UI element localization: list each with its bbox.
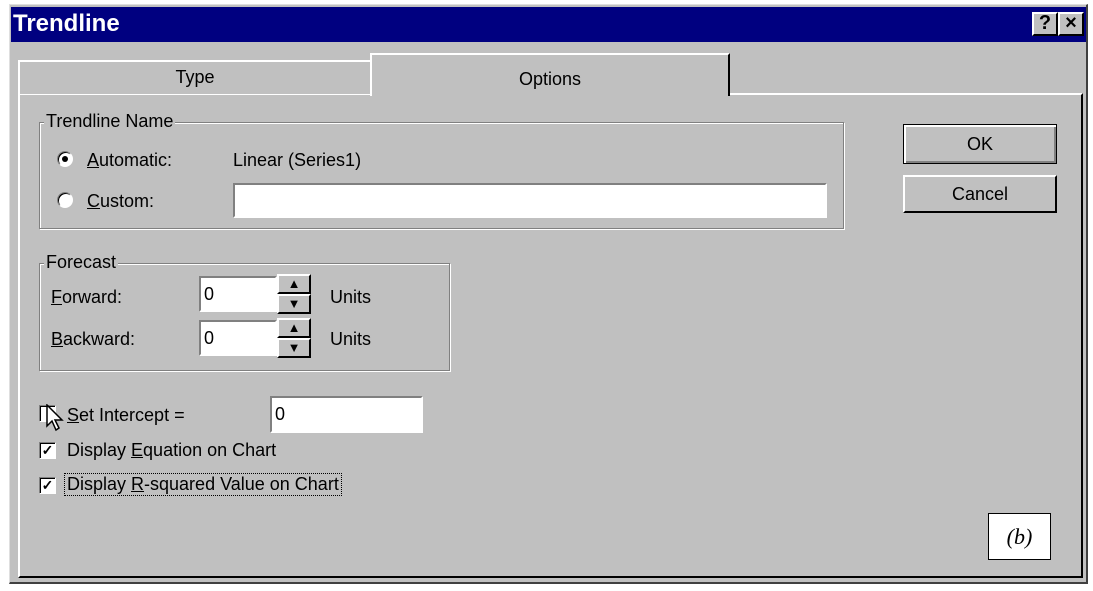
custom-name-input[interactable] [233,183,827,218]
backward-rest: ackward: [63,329,136,349]
backward-up-arrow-icon[interactable]: ▲ [277,318,311,338]
automatic-value: Linear (Series1) [233,150,362,170]
display-rsquared-rest: -squared Value on Chart [144,474,339,494]
trendline-name-legend: Trendline Name [44,111,176,132]
mouse-cursor-icon [46,404,64,432]
display-equation-rest: quation on Chart [143,440,277,460]
custom-mnemonic: C [87,191,100,211]
display-equation-pre: Display [67,440,132,460]
custom-label: Custom: [87,191,154,212]
check-icon: ✓ [41,477,54,493]
forward-input[interactable]: 0 [199,276,277,312]
window-title: Trendline [13,10,120,37]
help-button[interactable]: ? [1032,12,1058,36]
custom-rest: ustom: [100,191,155,211]
forward-label: Forward: [51,287,122,308]
display-rsquared-checkbox[interactable]: ✓ [39,477,56,494]
automatic-radio[interactable] [57,151,73,167]
set-intercept-rest: et Intercept = [79,405,185,425]
backward-mnemonic: B [51,329,64,349]
display-equation-checkbox[interactable]: ✓ [39,442,56,459]
title-bar: Trendline ? × [11,7,1086,42]
tab-type-label: Type [175,67,215,87]
forward-down-arrow-icon[interactable]: ▼ [277,294,311,314]
forward-mnemonic: F [51,287,62,307]
tab-options-label: Options [518,69,582,89]
tab-type[interactable]: Type [18,60,372,94]
automatic-rest: utomatic: [99,150,173,170]
backward-spinner[interactable]: ▲ ▼ [277,318,311,358]
forward-spinner[interactable]: ▲ ▼ [277,274,311,314]
backward-down-arrow-icon[interactable]: ▼ [277,338,311,358]
intercept-input[interactable]: 0 [270,396,423,433]
forward-rest: orward: [62,287,123,307]
display-rsquared-label: Display R-squared Value on Chart [64,473,342,496]
set-intercept-label: Set Intercept = [67,405,185,426]
display-rsquared-pre: Display [67,474,132,494]
forward-units: Units [330,287,372,307]
backward-input[interactable]: 0 [199,320,277,356]
radio-selected-dot [62,156,68,162]
set-intercept-mnemonic: S [67,405,80,425]
close-button[interactable]: × [1058,12,1084,36]
automatic-label: Automatic: [87,150,172,171]
forecast-legend: Forecast [44,252,119,273]
backward-units: Units [330,329,372,349]
automatic-mnemonic: A [87,150,100,170]
custom-radio[interactable] [57,192,73,208]
ok-button[interactable]: OK [903,124,1057,164]
figure-annotation: (b) [988,513,1051,560]
display-equation-mnemonic: E [131,440,144,460]
display-equation-label: Display Equation on Chart [67,440,276,461]
check-icon: ✓ [41,442,54,458]
forward-up-arrow-icon[interactable]: ▲ [277,274,311,294]
tab-options[interactable]: Options [370,53,730,96]
cancel-button[interactable]: Cancel [903,175,1057,213]
display-rsquared-mnemonic: R [131,474,145,494]
backward-label: Backward: [51,329,135,350]
